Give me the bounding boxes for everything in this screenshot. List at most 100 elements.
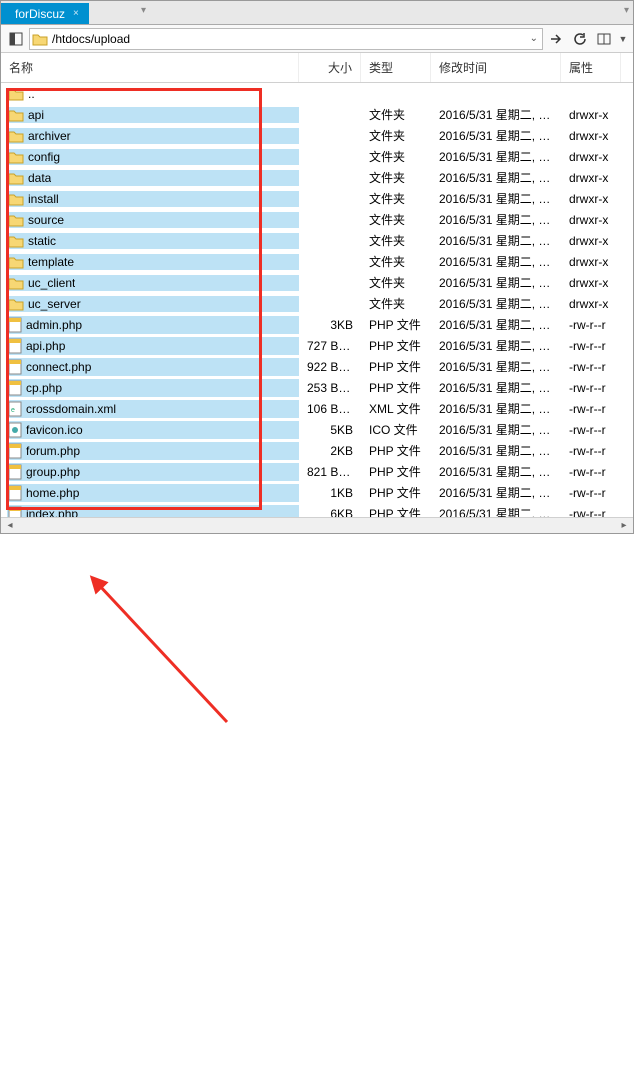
file-list: ..api文件夹2016/5/31 星期二, 11:...drwxr-xarch… xyxy=(1,83,633,517)
file-row[interactable]: install文件夹2016/5/31 星期二, 11:...drwxr-x xyxy=(1,188,633,209)
file-row[interactable]: ecrossdomain.xml106 BytesXML 文件2016/5/31… xyxy=(1,398,633,419)
file-row[interactable]: uc_server文件夹2016/5/31 星期二, 11:...drwxr-x xyxy=(1,293,633,314)
file-type: 文件夹 xyxy=(361,274,431,291)
file-type: 文件夹 xyxy=(361,169,431,186)
file-date: 2016/5/31 星期二, 11:... xyxy=(431,484,561,501)
file-date: 2016/5/31 星期二, 11:... xyxy=(431,274,561,291)
file-attr: -rw-r--r xyxy=(561,360,621,374)
file-name: forum.php xyxy=(26,444,80,458)
col-header-type[interactable]: 类型 xyxy=(361,53,431,82)
toggle-pane-button[interactable] xyxy=(5,28,27,50)
file-type: 文件夹 xyxy=(361,127,431,144)
file-date: 2016/5/31 星期二, 11:... xyxy=(431,379,561,396)
view-dropdown-icon[interactable]: ▼ xyxy=(617,28,629,50)
file-row[interactable]: api文件夹2016/5/31 星期二, 11:...drwxr-x xyxy=(1,104,633,125)
file-name: .. xyxy=(28,87,35,101)
file-attr: drwxr-x xyxy=(561,192,621,206)
file-row[interactable]: cp.php253 BytesPHP 文件2016/5/31 星期二, 11:.… xyxy=(1,377,633,398)
file-type: PHP 文件 xyxy=(361,379,431,396)
file-attr: -rw-r--r xyxy=(561,507,621,518)
tab-close-icon[interactable]: × xyxy=(73,8,79,19)
file-attr: drwxr-x xyxy=(561,108,621,122)
file-name: admin.php xyxy=(26,318,82,332)
file-attr: drwxr-x xyxy=(561,255,621,269)
file-icon xyxy=(8,464,22,480)
tab-fordiscuz[interactable]: forDiscuz × xyxy=(1,3,89,24)
file-name: cp.php xyxy=(26,381,62,395)
file-row[interactable]: index.php6KBPHP 文件2016/5/31 星期二, 11:...-… xyxy=(1,503,633,517)
file-date: 2016/5/31 星期二, 11:... xyxy=(431,253,561,270)
file-name: uc_server xyxy=(28,297,81,311)
file-row[interactable]: static文件夹2016/5/31 星期二, 11:...drwxr-x xyxy=(1,230,633,251)
file-icon xyxy=(8,443,22,459)
file-row[interactable]: .. xyxy=(1,83,633,104)
view-button[interactable] xyxy=(593,28,615,50)
file-name: index.php xyxy=(26,507,78,518)
file-icon xyxy=(8,317,22,333)
refresh-button[interactable] xyxy=(569,28,591,50)
path-input[interactable] xyxy=(52,30,528,48)
file-type: 文件夹 xyxy=(361,106,431,123)
file-date: 2016/5/31 星期二, 11:... xyxy=(431,463,561,480)
file-attr: drwxr-x xyxy=(561,129,621,143)
file-type: 文件夹 xyxy=(361,295,431,312)
col-header-size[interactable]: 大小 xyxy=(299,53,361,82)
file-type: 文件夹 xyxy=(361,190,431,207)
col-header-date[interactable]: 修改时间 xyxy=(431,53,561,82)
col-header-name[interactable]: 名称 xyxy=(1,53,299,82)
file-row[interactable]: group.php821 BytesPHP 文件2016/5/31 星期二, 1… xyxy=(1,461,633,482)
tab-dropdown-icon[interactable]: ▾ xyxy=(141,5,146,16)
file-attr: -rw-r--r xyxy=(561,318,621,332)
file-row[interactable]: archiver文件夹2016/5/31 星期二, 11:...drwxr-x xyxy=(1,125,633,146)
file-name: api xyxy=(28,108,44,122)
file-icon: e xyxy=(8,401,22,417)
file-row[interactable]: api.php727 BytesPHP 文件2016/5/31 星期二, 11:… xyxy=(1,335,633,356)
file-name: template xyxy=(28,255,74,269)
tab-overflow-icon[interactable]: ▾ xyxy=(624,5,629,16)
file-size: 922 Bytes xyxy=(299,360,361,374)
file-attr: -rw-r--r xyxy=(561,381,621,395)
file-row[interactable]: template文件夹2016/5/31 星期二, 11:...drwxr-x xyxy=(1,251,633,272)
file-attr: drwxr-x xyxy=(561,234,621,248)
file-date: 2016/5/31 星期二, 11:... xyxy=(431,232,561,249)
scroll-thumb[interactable] xyxy=(17,519,617,533)
file-row[interactable]: config文件夹2016/5/31 星期二, 11:...drwxr-x xyxy=(1,146,633,167)
file-row[interactable]: uc_client文件夹2016/5/31 星期二, 11:...drwxr-x xyxy=(1,272,633,293)
folder-icon xyxy=(8,150,24,164)
folder-icon xyxy=(8,108,24,122)
file-type: 文件夹 xyxy=(361,232,431,249)
file-size: 3KB xyxy=(299,318,361,332)
file-type: XML 文件 xyxy=(361,400,431,417)
col-header-attr[interactable]: 属性 xyxy=(561,53,621,82)
file-row[interactable]: favicon.ico5KBICO 文件2016/5/31 星期二, 11:..… xyxy=(1,419,633,440)
file-date: 2016/5/31 星期二, 11:... xyxy=(431,295,561,312)
file-date: 2016/5/31 星期二, 11:... xyxy=(431,148,561,165)
file-name: install xyxy=(28,192,59,206)
tab-title: forDiscuz xyxy=(15,7,65,21)
go-button[interactable] xyxy=(545,28,567,50)
file-date: 2016/5/31 星期二, 11:... xyxy=(431,337,561,354)
file-row[interactable]: connect.php922 BytesPHP 文件2016/5/31 星期二,… xyxy=(1,356,633,377)
path-dropdown-icon[interactable]: ⌄ xyxy=(528,33,540,44)
file-name: config xyxy=(28,150,60,164)
file-attr: -rw-r--r xyxy=(561,486,621,500)
file-type: PHP 文件 xyxy=(361,337,431,354)
file-icon xyxy=(8,422,22,438)
file-name: data xyxy=(28,171,51,185)
folder-icon xyxy=(8,129,24,143)
file-type: PHP 文件 xyxy=(361,484,431,501)
file-date: 2016/5/31 星期二, 11:... xyxy=(431,127,561,144)
horizontal-scrollbar[interactable]: ◂ ▸ xyxy=(1,517,633,533)
file-row[interactable]: data文件夹2016/5/31 星期二, 11:...drwxr-x xyxy=(1,167,633,188)
file-attr: -rw-r--r xyxy=(561,465,621,479)
file-row[interactable]: source文件夹2016/5/31 星期二, 11:...drwxr-x xyxy=(1,209,633,230)
file-row[interactable]: home.php1KBPHP 文件2016/5/31 星期二, 11:...-r… xyxy=(1,482,633,503)
file-row[interactable]: admin.php3KBPHP 文件2016/5/31 星期二, 11:...-… xyxy=(1,314,633,335)
file-row[interactable]: forum.php2KBPHP 文件2016/5/31 星期二, 11:...-… xyxy=(1,440,633,461)
scroll-left-icon[interactable]: ◂ xyxy=(3,520,17,531)
file-type: PHP 文件 xyxy=(361,442,431,459)
path-bar[interactable]: ⌄ xyxy=(29,28,543,50)
file-type: PHP 文件 xyxy=(361,316,431,333)
file-size: 6KB xyxy=(299,507,361,518)
scroll-right-icon[interactable]: ▸ xyxy=(617,520,631,531)
